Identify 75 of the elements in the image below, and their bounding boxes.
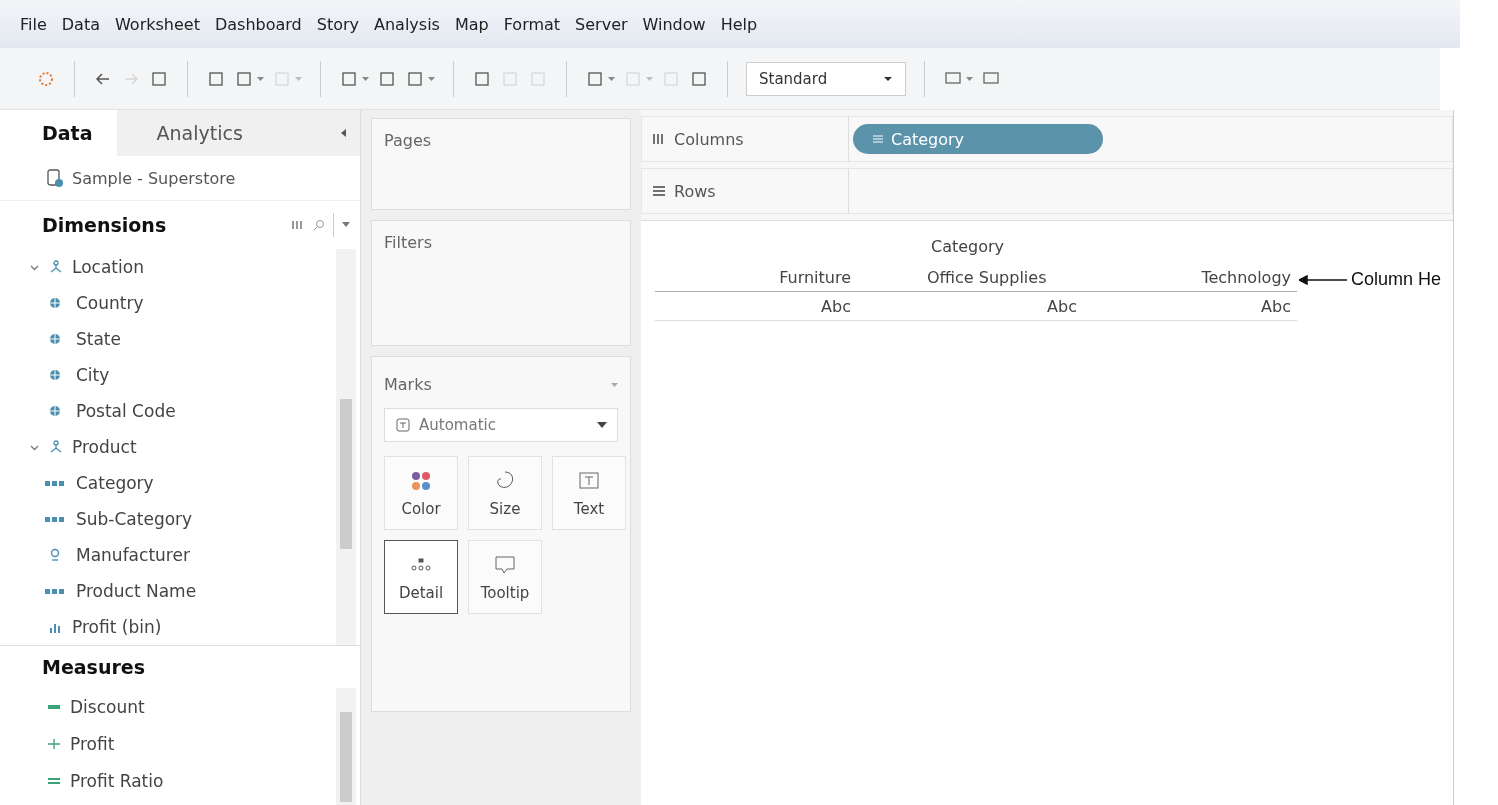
field-item[interactable]: Product Name [0,573,336,609]
columns-icon [652,133,666,145]
menu-item[interactable]: Server [575,14,628,34]
field-item[interactable]: State [0,321,336,357]
field-item[interactable]: Profit [0,725,336,762]
column-header[interactable]: Furniture [655,267,851,287]
menu-item[interactable]: Data [61,14,100,34]
rows-icon [652,185,666,197]
table-cell-text: Abc [1260,296,1291,316]
caret-icon [597,422,607,428]
field-item[interactable]: Profit (bin) [0,609,336,645]
field-item[interactable]: Sub-Category [0,501,336,537]
text-mark-icon [395,417,411,433]
shelf-label: Columns [642,117,849,161]
caret-icon [428,76,435,81]
pages-shelf[interactable]: Pages [371,118,631,210]
field-item[interactable]: Country [0,285,336,321]
field-item[interactable]: Discount [0,688,336,725]
menu-item[interactable]: Map [454,14,489,34]
scrollbar[interactable] [336,688,356,805]
column-header-title: Category [930,237,1006,258]
menu-item[interactable]: Format [503,14,561,34]
mark-button[interactable]: Text [552,456,626,530]
pane-tab[interactable]: Analytics [116,110,283,156]
filters-shelf[interactable]: Filters [371,220,631,346]
datasource-name[interactable]: Sample - Superstore [72,168,236,188]
column-header[interactable]: Technology [1077,267,1291,287]
caret-icon[interactable] [611,382,618,387]
mark-button[interactable]: Size [468,456,542,530]
mark-button[interactable]: Tooltip [468,540,542,614]
section-title: Dimensions [42,214,167,236]
field-item[interactable]: Manufacturer [0,537,336,573]
caret-icon [883,75,893,82]
field-item[interactable]: Location [0,249,336,285]
menu-caret-icon[interactable] [342,222,350,228]
caret-icon [257,76,264,81]
mark-type-dropdown[interactable]: Automatic [384,408,618,442]
pane-tab[interactable]: Data [0,110,117,156]
caret-icon [295,76,302,81]
field-item[interactable]: Category [0,465,336,501]
collapse-icon[interactable] [341,129,346,137]
table-cell-text: Abc [820,296,851,316]
caret-icon [646,76,653,81]
menu-item[interactable]: Story [316,14,359,34]
menu-item[interactable]: Analysis [374,14,440,34]
mark-button[interactable]: Detail [384,540,458,614]
database-icon [46,168,64,188]
table-cell-text: Abc [1046,296,1077,316]
arrow-icon [1299,274,1347,285]
mark-button[interactable]: Color [384,456,458,530]
view-icon[interactable] [291,219,305,231]
menu-item[interactable]: Worksheet [115,14,200,34]
column-header[interactable]: Office Supplies [851,267,1077,287]
hierarchy-icon [48,440,64,454]
field-item[interactable]: Postal Code [0,393,336,429]
section-title: Measures [42,656,145,678]
field-item[interactable]: Profit Ratio [0,762,336,799]
scrollbar[interactable] [336,249,356,645]
caret-icon [966,76,973,81]
field-item[interactable]: Product [0,429,336,465]
annotation-text: Column He [1351,269,1442,290]
list-icon [873,134,883,144]
marks-title: Marks [384,375,432,394]
caret-icon [608,76,615,81]
menu-item[interactable]: Dashboard [214,14,302,34]
plus-icon [46,736,62,751]
menu-item[interactable]: File [20,14,47,34]
search-icon[interactable] [313,219,325,231]
fit-dropdown[interactable]: Standard [746,61,906,96]
field-item[interactable]: City [0,357,336,393]
caret-icon [362,76,369,81]
shelf-label: Rows [642,169,849,213]
menu-item[interactable]: Window [642,14,706,34]
menu-item[interactable]: Help [720,14,758,34]
hierarchy-icon [48,260,64,274]
